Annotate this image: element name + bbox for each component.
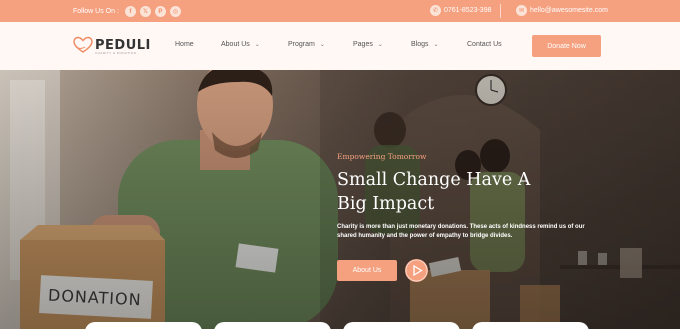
hero-eyebrow: Empowering Tomorrow <box>337 152 427 161</box>
play-video-button[interactable] <box>405 259 428 282</box>
feature-card[interactable] <box>214 322 331 329</box>
hero-headline: Small Change Have A Big Impact <box>337 170 531 214</box>
nav-about-us[interactable]: About Us ⌄ <box>221 41 260 48</box>
chevron-down-icon: ⌄ <box>319 42 325 48</box>
nav-blogs-label: Blogs <box>411 41 429 48</box>
heart-hands-icon <box>73 36 93 53</box>
about-us-button[interactable]: About Us <box>337 260 397 281</box>
instagram-icon[interactable]: ◎ <box>169 6 181 17</box>
donate-now-button[interactable]: Donate Now <box>532 35 601 57</box>
play-icon <box>405 259 428 282</box>
hero-description: Charity is more than just monetary donat… <box>337 224 585 239</box>
nav-contact-us-label: Contact Us <box>467 41 502 48</box>
feature-card[interactable] <box>343 322 460 329</box>
chevron-down-icon: ⌄ <box>433 42 439 48</box>
logo-tagline: CHARITY & DONATION <box>95 51 137 55</box>
nav-about-us-label: About Us <box>221 41 250 48</box>
phone-contact[interactable]: ✆ 0761-8523-398 <box>430 5 492 16</box>
social-links: Follow Us On : f 𝕏 P ◎ <box>73 6 185 17</box>
topbar-divider <box>500 4 501 18</box>
main-navbar: PEDULI CHARITY & DONATION Home About Us … <box>0 22 680 70</box>
pinterest-icon[interactable]: P <box>154 6 166 17</box>
nav-pages[interactable]: Pages ⌄ <box>353 41 383 48</box>
top-bar: Follow Us On : f 𝕏 P ◎ ✆ 0761-8523-398 ✉… <box>0 0 680 22</box>
page: Follow Us On : f 𝕏 P ◎ ✆ 0761-8523-398 ✉… <box>0 0 680 329</box>
feature-cards-strip <box>0 322 680 329</box>
nav-pages-label: Pages <box>353 41 373 48</box>
nav-program[interactable]: Program ⌄ <box>288 41 325 48</box>
facebook-icon[interactable]: f <box>124 6 136 17</box>
email-address: hello@awesomesite.com <box>530 7 608 14</box>
nav-home[interactable]: Home <box>175 41 194 48</box>
chevron-down-icon: ⌄ <box>377 42 383 48</box>
phone-number: 0761-8523-398 <box>444 7 492 14</box>
follow-label: Follow Us On : <box>73 8 119 15</box>
nav-program-label: Program <box>288 41 315 48</box>
email-contact[interactable]: ✉ hello@awesomesite.com <box>516 5 608 16</box>
email-icon: ✉ <box>516 5 527 16</box>
nav-blogs[interactable]: Blogs ⌄ <box>411 41 439 48</box>
logo[interactable]: PEDULI CHARITY & DONATION <box>73 36 151 55</box>
hero-section: DONATION Empowering Tomorrow Small Chang… <box>0 70 680 329</box>
nav-contact-us[interactable]: Contact Us <box>467 41 502 48</box>
phone-icon: ✆ <box>430 5 441 16</box>
hero-content: Empowering Tomorrow Small Change Have A … <box>337 152 597 282</box>
twitter-icon[interactable]: 𝕏 <box>139 6 151 17</box>
feature-card[interactable] <box>85 322 202 329</box>
nav-home-label: Home <box>175 41 194 48</box>
chevron-down-icon: ⌄ <box>254 42 260 48</box>
feature-card[interactable] <box>472 322 589 329</box>
